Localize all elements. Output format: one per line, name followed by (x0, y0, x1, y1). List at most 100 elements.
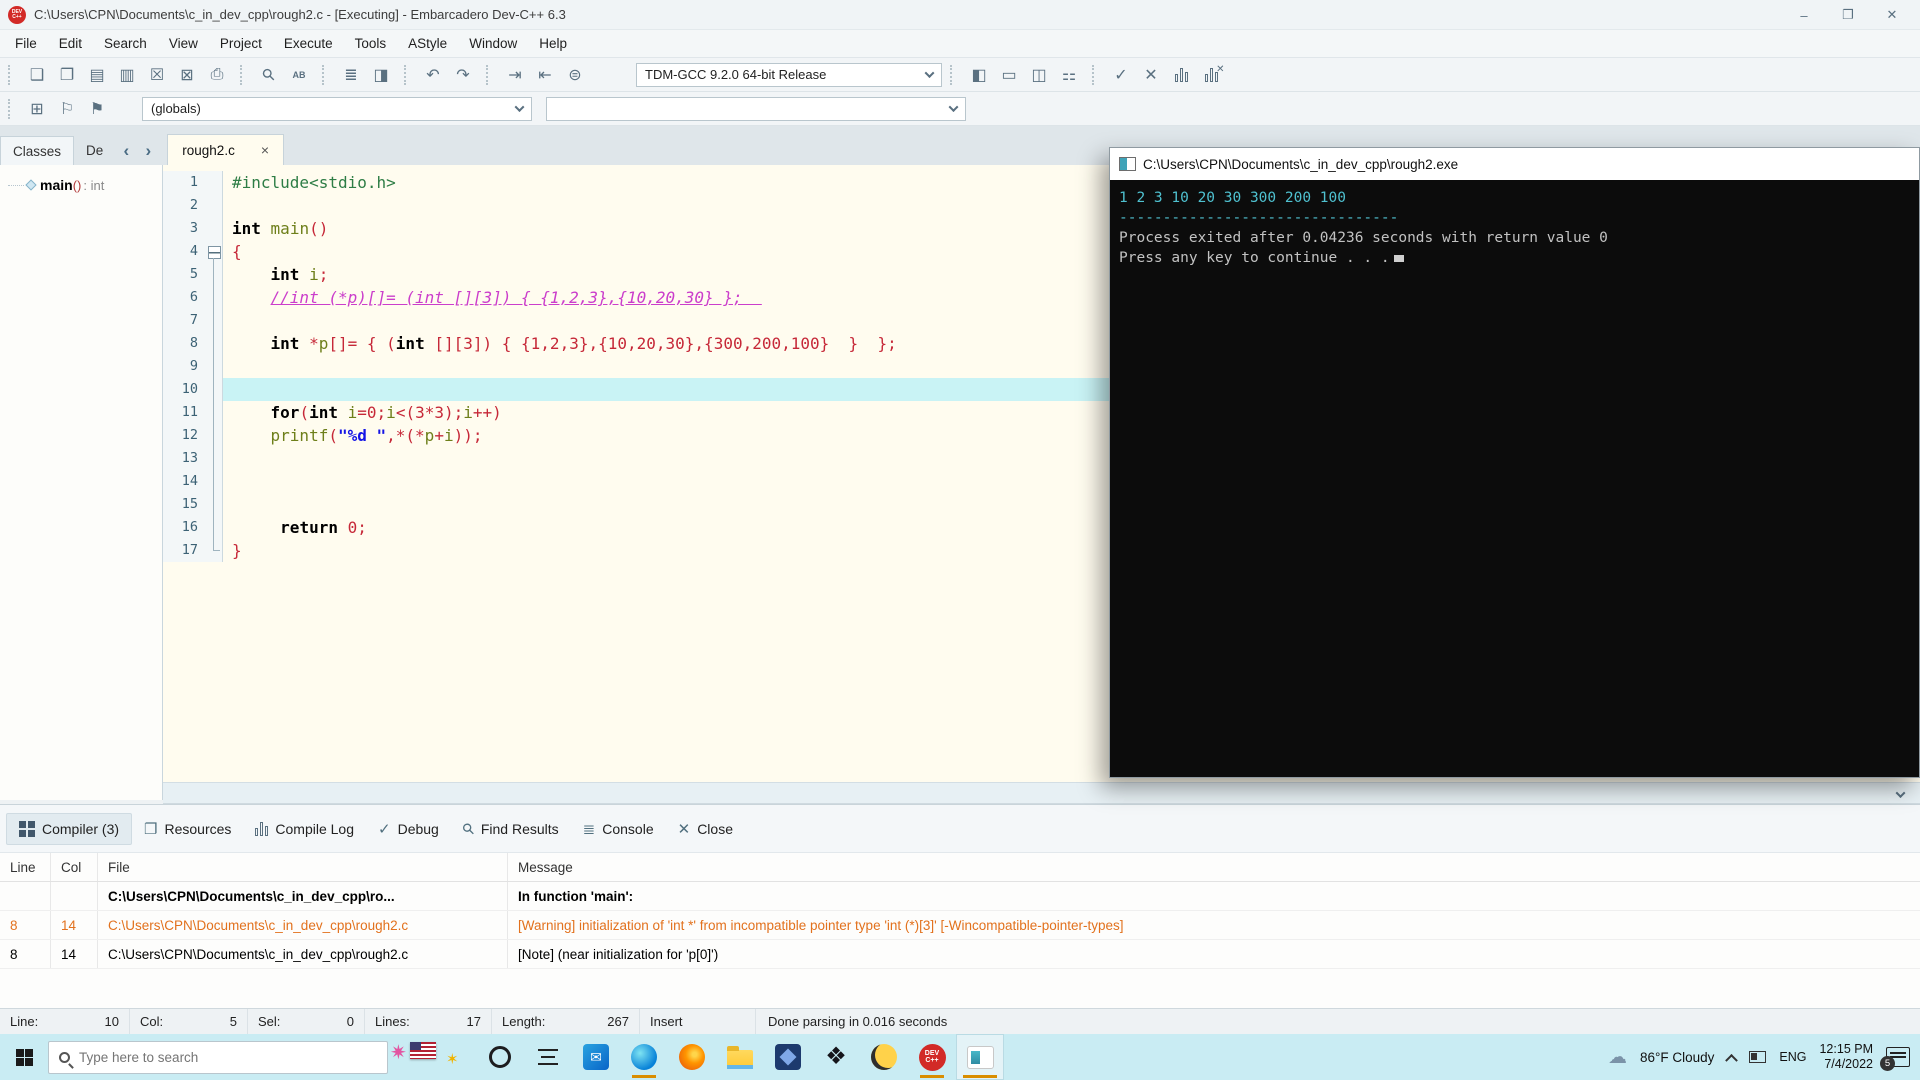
tab-close-icon[interactable]: × (261, 142, 269, 158)
console-output[interactable]: 1 2 3 10 20 30 300 200 100 --------------… (1110, 180, 1919, 777)
abort-compilation-button[interactable]: ✕ (1136, 62, 1166, 88)
close-file-button[interactable]: ☒ (142, 62, 172, 88)
chevron-down-icon (514, 102, 525, 113)
weather-text[interactable]: 86°F Cloudy (1640, 1050, 1714, 1065)
find-button[interactable]: ⚲ (254, 62, 284, 88)
scope-select[interactable]: (globals) (142, 96, 532, 121)
close-button[interactable]: ✕ (1870, 0, 1914, 30)
close-all-button[interactable]: ⊠ (172, 62, 202, 88)
message-row[interactable]: 8 14 C:\Users\CPN\Documents\c_in_dev_cpp\r… (0, 911, 1920, 940)
tab-debug[interactable]: De (74, 136, 116, 165)
replace-button[interactable]: AB (284, 62, 314, 88)
delete-profiling-button[interactable] (1196, 62, 1226, 88)
tab-find-results[interactable]: ⚲ Find Results (451, 813, 571, 845)
save-button[interactable]: ▤ (82, 62, 112, 88)
messages-header-row: Line Col File Message (0, 853, 1920, 882)
restore-button[interactable]: ❐ (1826, 0, 1870, 30)
tab-close-panel[interactable]: ✕ Close (666, 813, 745, 845)
print-button[interactable]: ⎙ (202, 62, 232, 88)
layout-report-button[interactable]: ◫ (1024, 62, 1054, 88)
photos-app-button[interactable] (764, 1034, 812, 1080)
tab-console[interactable]: ≣ Console (571, 813, 666, 845)
message-row[interactable]: C:\Users\CPN\Documents\c_in_dev_cpp\ro..… (0, 882, 1920, 911)
toolbar-drag-handle[interactable] (8, 64, 16, 85)
menu-execute[interactable]: Execute (273, 30, 344, 58)
toolbar-drag-handle[interactable] (322, 64, 330, 85)
console-title: C:\Users\CPN\Documents\c_in_dev_cpp\roug… (1143, 156, 1459, 172)
edge-button[interactable] (620, 1034, 668, 1080)
minimize-button[interactable]: – (1782, 0, 1826, 30)
menu-help[interactable]: Help (528, 30, 578, 58)
yellow-app-button[interactable] (860, 1034, 908, 1080)
tray-expand-icon[interactable] (1725, 1053, 1739, 1067)
tab-compile-log[interactable]: Compile Log (243, 814, 366, 844)
task-view-button[interactable] (524, 1034, 572, 1080)
console-titlebar[interactable]: C:\Users\CPN\Documents\c_in_dev_cpp\roug… (1110, 148, 1919, 180)
toolbar-drag-handle[interactable] (240, 64, 248, 85)
tab-debug[interactable]: ✓ Debug (366, 813, 451, 845)
code-token: []= { ( (328, 334, 396, 353)
layout-panels-button[interactable]: ⚏ (1054, 62, 1084, 88)
toolbar-drag-handle[interactable] (950, 64, 958, 85)
menu-file[interactable]: File (4, 30, 48, 58)
class-tree-item-main[interactable]: main () : int (0, 165, 162, 193)
save-all-button[interactable]: ▥ (112, 62, 142, 88)
layout-full-button[interactable]: ▭ (994, 62, 1024, 88)
outdent-icon: ⇤ (538, 66, 552, 84)
tab-resources[interactable]: ❐ Resources (132, 813, 243, 845)
cortana-button[interactable] (476, 1034, 524, 1080)
tab-scroll-left[interactable]: ‹ (115, 136, 137, 165)
device-icon[interactable] (1749, 1051, 1767, 1063)
line-number: 8 (163, 332, 205, 355)
start-button[interactable] (0, 1034, 48, 1080)
outdent-button[interactable]: ⇤ (530, 62, 560, 88)
dropbox-button[interactable]: ❖ (812, 1034, 860, 1080)
redo-button[interactable]: ↷ (448, 62, 478, 88)
mail-button[interactable]: ✉ (572, 1034, 620, 1080)
menu-search[interactable]: Search (93, 30, 158, 58)
devcpp-taskbar-button[interactable]: DEV C++ (908, 1034, 956, 1080)
tab-scroll-right[interactable]: › (137, 136, 159, 165)
layout-window-button[interactable]: ◧ (964, 62, 994, 88)
compiler-profile-select[interactable]: TDM-GCC 9.2.0 64-bit Release (636, 62, 942, 87)
toolbar-drag-handle[interactable] (486, 64, 494, 85)
toolbar-drag-handle[interactable] (404, 64, 412, 85)
firefox-button[interactable] (668, 1034, 716, 1080)
menu-window[interactable]: Window (458, 30, 528, 58)
menu-edit[interactable]: Edit (48, 30, 93, 58)
toolbar-drag-handle[interactable] (1092, 64, 1100, 85)
tab-compiler[interactable]: Compiler (3) (6, 812, 133, 845)
language-indicator[interactable]: ENG (1779, 1050, 1806, 1064)
profile-analysis-button[interactable] (1166, 62, 1196, 88)
syntax-check-button[interactable]: ✓ (1106, 62, 1136, 88)
menu-tools[interactable]: Tools (344, 30, 398, 58)
menu-view[interactable]: View (158, 30, 209, 58)
editor-tab-rough2[interactable]: rough2.c × (167, 134, 285, 165)
fold-marker[interactable] (205, 240, 223, 263)
console-taskbar-button[interactable] (956, 1034, 1004, 1080)
menu-project[interactable]: Project (209, 30, 273, 58)
clock[interactable]: 12:15 PM 7/4/2022 (1819, 1042, 1873, 1072)
swap-header-source-button[interactable]: ◨ (366, 62, 396, 88)
scroll-down-button[interactable] (1888, 786, 1912, 802)
goto-bookmark-button[interactable]: ⚑ (82, 96, 112, 122)
insert-snippet-button[interactable]: ⊞ (22, 96, 52, 122)
console-window[interactable]: C:\Users\CPN\Documents\c_in_dev_cpp\roug… (1109, 147, 1920, 778)
notification-center-button[interactable]: 5 (1880, 1047, 1910, 1071)
taskbar-search[interactable] (48, 1040, 388, 1074)
menu-astyle[interactable]: AStyle (397, 30, 458, 58)
indent-button[interactable]: ⇥ (500, 62, 530, 88)
editor-bottom-scrollbar[interactable] (163, 782, 1920, 804)
search-input[interactable] (79, 1049, 309, 1065)
new-file-button[interactable]: ❑ (22, 62, 52, 88)
undo-button[interactable]: ↶ (418, 62, 448, 88)
file-explorer-button[interactable] (716, 1034, 764, 1080)
open-file-button[interactable]: ❐ (52, 62, 82, 88)
goto-line-button[interactable]: ≣ (336, 62, 366, 88)
toolbar-drag-handle[interactable] (8, 98, 16, 119)
member-select[interactable] (546, 96, 966, 121)
tab-classes[interactable]: Classes (0, 136, 75, 165)
comment-button[interactable]: ⊜ (560, 62, 590, 88)
toggle-bookmark-button[interactable]: ⚐ (52, 96, 82, 122)
message-row[interactable]: 8 14 C:\Users\CPN\Documents\c_in_dev_cpp\r… (0, 940, 1920, 969)
